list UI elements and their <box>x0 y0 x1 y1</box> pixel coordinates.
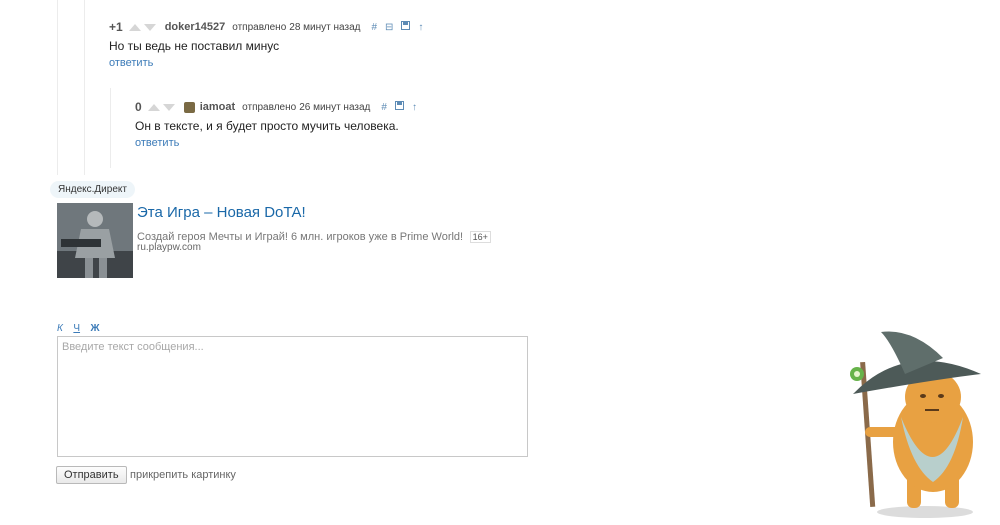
sent-label: отправлено <box>242 101 297 113</box>
message-input[interactable] <box>57 336 528 457</box>
vote-up-icon[interactable] <box>147 103 160 111</box>
save-icon[interactable] <box>394 101 404 113</box>
arrow-up-icon[interactable]: ↑ <box>412 102 417 113</box>
save-icon[interactable] <box>401 21 411 33</box>
italic-button[interactable]: К <box>57 323 63 334</box>
thread-line <box>110 88 111 168</box>
vote-up-icon[interactable] <box>128 23 141 31</box>
submit-button[interactable]: Отправить <box>56 466 127 484</box>
ad-domain[interactable]: ru.playpw.com <box>137 242 201 253</box>
ad-image[interactable] <box>57 203 133 278</box>
age-badge: 16+ <box>469 231 491 243</box>
bold-button[interactable]: Ж <box>90 323 99 334</box>
arrow-up-icon[interactable]: ↑ <box>418 22 423 33</box>
thread-line <box>84 0 85 175</box>
comment-author[interactable]: doker14527 <box>165 21 226 33</box>
avatar <box>183 101 195 113</box>
comment-time: 26 минут назад <box>299 101 371 113</box>
sent-label: отправлено <box>232 21 287 33</box>
ad-badge[interactable]: Яндекс.Директ <box>50 181 135 198</box>
comment-rating: +1 <box>109 20 123 34</box>
vote-down-icon[interactable] <box>143 23 156 31</box>
comment-author[interactable]: iamoat <box>200 101 235 113</box>
comment-rating: 0 <box>135 100 142 114</box>
comment-time: 28 минут назад <box>289 21 361 33</box>
comment-text: Он в тексте, и я будет просто мучить чел… <box>135 119 399 133</box>
hash-icon[interactable]: # <box>371 22 377 33</box>
reply-link[interactable]: ответить <box>135 137 179 149</box>
comment-header: +1 doker14527 отправлено 28 минут назад … <box>109 20 423 34</box>
collapse-icon[interactable]: ⊟ <box>385 22 393 33</box>
thread-line <box>57 0 58 175</box>
format-toolbar: К Ч Ж <box>57 318 106 336</box>
ad-title[interactable]: Эта Игра – Новая DoTA! <box>137 204 306 221</box>
comment-header: 0 iamoat отправлено 26 минут назад # ↑ <box>135 100 417 114</box>
hash-icon[interactable]: # <box>381 102 387 113</box>
reply-link[interactable]: ответить <box>109 57 153 69</box>
attach-image-link[interactable]: прикрепить картинку <box>130 469 236 481</box>
wizard-mascot-icon <box>835 322 985 520</box>
comment-text: Но ты ведь не поставил минус <box>109 39 280 53</box>
underline-button[interactable]: Ч <box>73 323 80 334</box>
vote-down-icon[interactable] <box>162 103 175 111</box>
